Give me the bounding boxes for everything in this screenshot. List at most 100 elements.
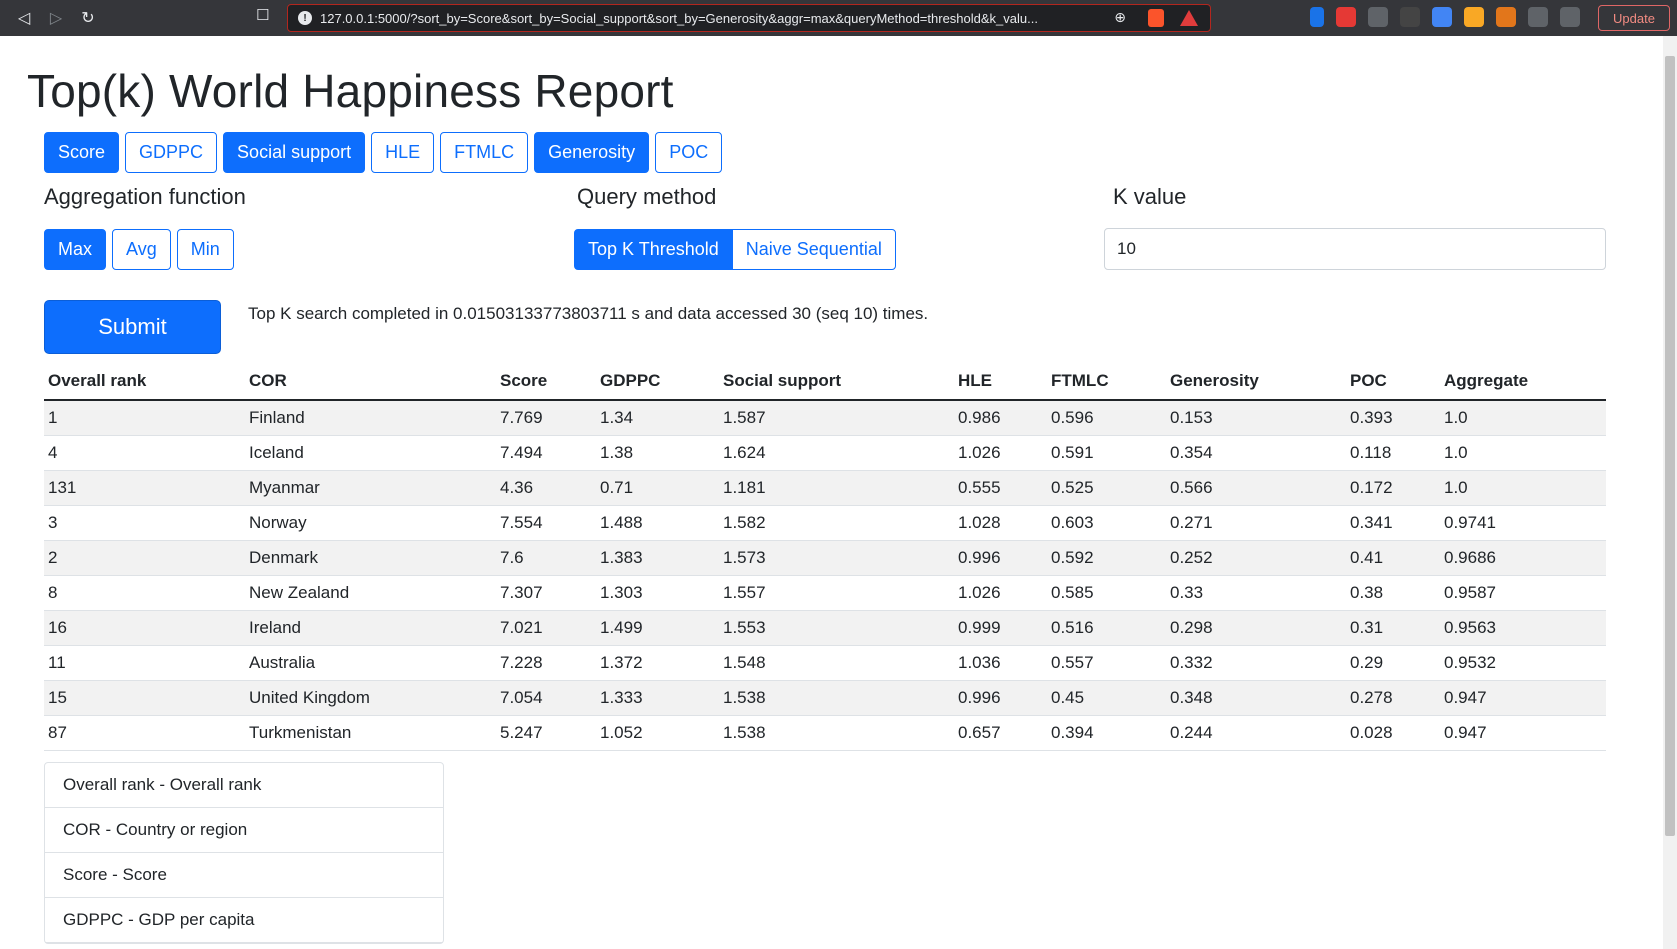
table-cell: Iceland <box>245 435 496 471</box>
youtube-extension-icon[interactable] <box>1336 7 1356 27</box>
table-cell: 0.298 <box>1166 610 1346 646</box>
table-cell: 7.021 <box>496 610 596 646</box>
query-sequential-button[interactable]: Naive Sequential <box>731 229 896 270</box>
sort-ftmlc-button[interactable]: FTMLC <box>440 132 529 173</box>
aggr-min-button[interactable]: Min <box>176 229 234 270</box>
table-cell: 0.947 <box>1440 715 1606 751</box>
metamask-extension-icon[interactable] <box>1496 7 1516 27</box>
forward-icon[interactable]: ▷ <box>44 6 68 30</box>
table-cell: 0.566 <box>1166 470 1346 506</box>
update-button[interactable]: Update <box>1598 5 1670 31</box>
legend-item: Score - Score <box>45 853 443 898</box>
extension-icon[interactable] <box>1368 7 1388 27</box>
extension-icon[interactable] <box>1464 7 1484 27</box>
page-scrollbar[interactable] <box>1663 36 1677 949</box>
table-cell: 0.516 <box>1047 610 1166 646</box>
table-cell: 1.333 <box>596 680 719 716</box>
table-cell: 0.29 <box>1346 645 1440 681</box>
table-cell: 0.9741 <box>1440 505 1606 541</box>
sort-poc-button[interactable]: POC <box>655 132 723 173</box>
table-row: 2 Denmark 7.6 1.383 1.573 0.996 0.592 0.252 0.41… <box>44 540 1606 576</box>
table-row: 3 Norway 7.554 1.488 1.582 1.028 0.603 0.271 0.3… <box>44 505 1606 541</box>
table-cell: 7.769 <box>496 400 596 436</box>
table-cell: 1.181 <box>719 470 954 506</box>
table-cell: 87 <box>44 715 245 751</box>
aggregation-buttons: Max Avg Min <box>44 229 234 270</box>
sort-gdppc-button[interactable]: GDPPC <box>125 132 218 173</box>
table-cell: 1.026 <box>954 575 1047 611</box>
k-value-label: K value <box>1113 184 1187 209</box>
status-message: Top K search completed in 0.015031337738… <box>248 304 929 323</box>
table-cell: 0.9587 <box>1440 575 1606 611</box>
table-cell: 1.582 <box>719 505 954 541</box>
zoom-icon[interactable]: ⊕ <box>1114 9 1126 26</box>
table-cell: 7.6 <box>496 540 596 576</box>
table-cell: 0.341 <box>1346 505 1440 541</box>
extension-icon[interactable] <box>1400 7 1420 27</box>
column-header: FTMLC <box>1047 363 1166 401</box>
table-cell: 1.0 <box>1440 470 1606 506</box>
table-cell: 1.587 <box>719 400 954 436</box>
table-row: 4 Iceland 7.494 1.38 1.624 1.026 0.591 0.354 0.1… <box>44 435 1606 471</box>
submit-button[interactable]: Submit <box>44 300 221 354</box>
table-cell: 1.0 <box>1440 400 1606 436</box>
table-cell: 1.538 <box>719 680 954 716</box>
bookmark-icon[interactable]: ☐ <box>256 6 269 24</box>
table-cell: 1.052 <box>596 715 719 751</box>
table-cell: Norway <box>245 505 496 541</box>
query-threshold-button[interactable]: Top K Threshold <box>574 229 733 270</box>
translate-extension-icon[interactable] <box>1432 7 1452 27</box>
reading-list-icon[interactable] <box>1560 7 1580 27</box>
table-row: 11 Australia 7.228 1.372 1.548 1.036 0.557 0.33… <box>44 645 1606 681</box>
table-cell: Australia <box>245 645 496 681</box>
k-value-input[interactable] <box>1104 228 1606 270</box>
table-cell: 1.538 <box>719 715 954 751</box>
column-header: HLE <box>954 363 1047 401</box>
table-cell: 1.372 <box>596 645 719 681</box>
reload-icon[interactable]: ↻ <box>76 6 100 30</box>
sort-hle-button[interactable]: HLE <box>371 132 435 173</box>
sort-generosity-button[interactable]: Generosity <box>534 132 650 173</box>
url-text[interactable]: 127.0.0.1:5000/?sort_by=Score&sort_by=So… <box>320 11 1100 26</box>
table-cell: 0.555 <box>954 470 1047 506</box>
table-cell: 0.9563 <box>1440 610 1606 646</box>
table-cell: 0.354 <box>1166 435 1346 471</box>
query-method-label: Query method <box>577 184 717 209</box>
scrollbar-thumb[interactable] <box>1665 56 1675 836</box>
back-icon[interactable]: ◁ <box>12 6 36 30</box>
table-cell: 0.172 <box>1346 470 1440 506</box>
aggr-avg-button[interactable]: Avg <box>112 229 171 270</box>
table-cell: 0.41 <box>1346 540 1440 576</box>
abbreviation-legend: Overall rank - Overall rank COR - Country… <box>44 762 444 944</box>
column-header: Generosity <box>1166 363 1346 401</box>
table-cell: 0.33 <box>1166 575 1346 611</box>
table-cell: 2 <box>44 540 245 576</box>
table-row: 1 Finland 7.769 1.34 1.587 0.986 0.596 0.153 0.3… <box>44 400 1606 436</box>
table-cell: 0.153 <box>1166 400 1346 436</box>
sort-social-support-button[interactable]: Social support <box>223 132 366 173</box>
address-bar[interactable]: ! 127.0.0.1:5000/?sort_by=Score&sort_by=… <box>287 4 1211 32</box>
brave-shields-icon[interactable] <box>1148 9 1164 27</box>
sort-score-button[interactable]: Score <box>44 132 120 173</box>
table-cell: 7.307 <box>496 575 596 611</box>
table-cell: 1.499 <box>596 610 719 646</box>
table-cell: 0.591 <box>1047 435 1166 471</box>
brave-rewards-icon[interactable] <box>1180 10 1198 26</box>
table-cell: 0.525 <box>1047 470 1166 506</box>
table-row: 15 United Kingdom 7.054 1.333 1.538 0.996 0.45… <box>44 680 1606 716</box>
site-info-icon[interactable]: ! <box>298 11 312 25</box>
puzzle-icon[interactable] <box>1528 7 1548 27</box>
table-cell: 0.332 <box>1166 645 1346 681</box>
table-cell: 1.303 <box>596 575 719 611</box>
table-row: 8 New Zealand 7.307 1.303 1.557 1.026 0.585 0.3… <box>44 575 1606 611</box>
table-cell: 1.573 <box>719 540 954 576</box>
table-cell: 11 <box>44 645 245 681</box>
aggr-max-button[interactable]: Max <box>44 229 107 270</box>
table-cell: United Kingdom <box>245 680 496 716</box>
table-cell: 0.999 <box>954 610 1047 646</box>
browser-nav: ◁ ▷ ↻ <box>0 6 100 30</box>
table-cell: 3 <box>44 505 245 541</box>
table-cell: Myanmar <box>245 470 496 506</box>
extension-icon[interactable] <box>1310 7 1324 27</box>
legend-item: GDPPC - GDP per capita <box>45 898 443 943</box>
